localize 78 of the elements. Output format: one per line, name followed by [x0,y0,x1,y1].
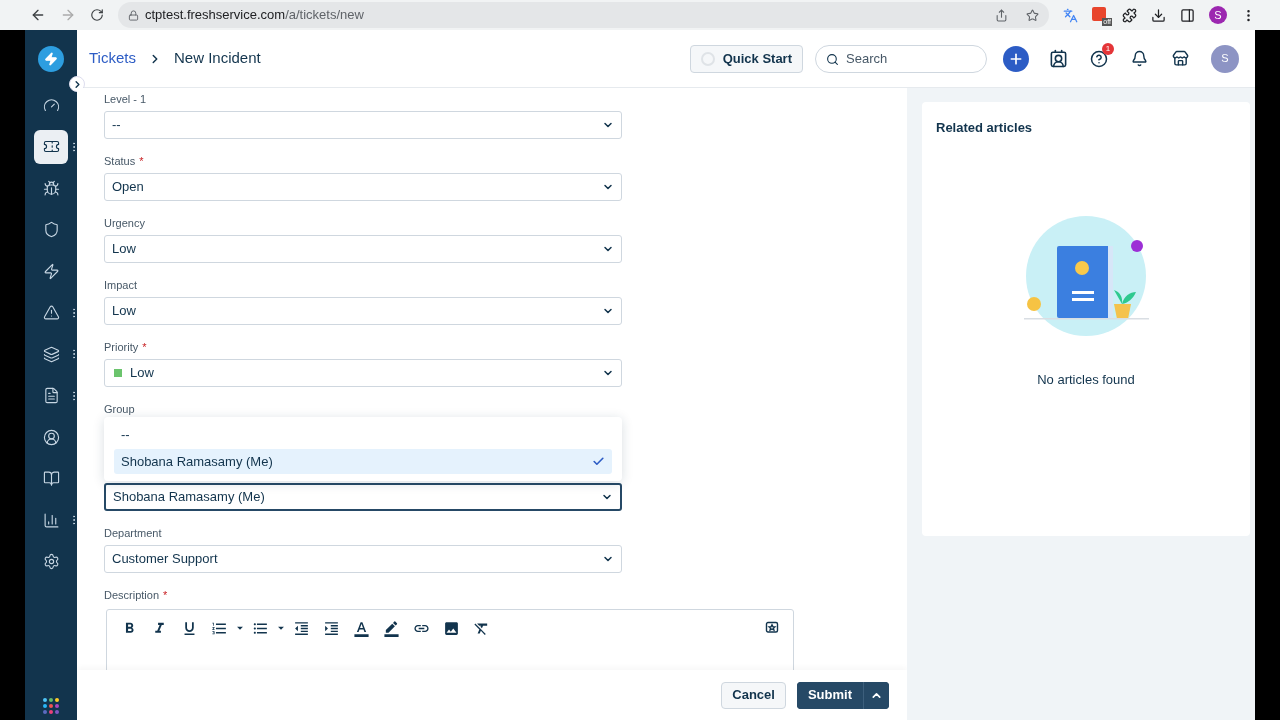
select-field[interactable]: Shobana Ramasamy (Me) [104,483,622,511]
select-value: -- [112,116,122,135]
indent-icon[interactable] [323,619,340,637]
field-label: Status [104,154,136,169]
select-field[interactable]: Customer Support [104,545,622,573]
select-value: Low [130,364,155,383]
dropdown-option[interactable]: Shobana Ramasamy (Me) [114,449,612,474]
select-value: Low [112,240,137,259]
profile-avatar[interactable]: S [1209,6,1227,24]
select-field[interactable]: Open [104,173,622,201]
image-icon[interactable] [443,619,460,637]
extension-icon[interactable] [1092,7,1106,21]
bell-icon[interactable] [1131,50,1148,67]
user-circle-icon [42,428,60,446]
star-square-icon[interactable] [765,621,779,635]
required-mark: * [139,153,144,169]
dropdown-option[interactable]: -- [114,422,612,447]
contact-card-icon[interactable] [1049,49,1068,68]
field-label: Description [104,587,160,603]
page-title: New Incident [173,48,261,69]
submit-options-button[interactable] [863,681,889,709]
field-label: Department [104,526,162,541]
card-title: Related articles [936,119,1033,137]
lightning-icon [44,52,58,66]
text-color-icon[interactable] [353,619,370,637]
star-icon[interactable] [1026,8,1039,22]
select-value: Customer Support [112,550,219,569]
field-label: Level - 1 [104,92,147,107]
address-bar[interactable]: ctptest.freshservice.com/a/tickets/new [118,2,1049,28]
apps-grid-icon[interactable] [43,698,59,714]
url-text: ctptest.freshservice.com/a/tickets/new [145,6,365,25]
field-label: Impact [104,278,137,293]
bug-icon [42,179,60,197]
store-icon[interactable] [1172,50,1189,67]
search-field[interactable]: Search [815,44,987,73]
highlighter-icon[interactable] [383,619,400,637]
select-value: Open [112,178,145,197]
select-value: Low [112,302,137,321]
field-label: Priority [104,340,139,355]
empty-state-text: No articles found [1037,370,1135,389]
field-label: Group [104,402,135,417]
check-icon [592,455,605,468]
translate-icon[interactable] [1063,7,1078,23]
shield-icon [42,221,60,238]
ticket-icon [42,138,60,155]
select-field[interactable]: Low [104,359,622,387]
document-icon [42,387,60,404]
new-button[interactable] [1003,45,1029,72]
back-icon[interactable] [30,7,46,23]
help-icon[interactable] [1090,49,1108,68]
cancel-button[interactable]: Cancel [721,681,786,709]
puzzle-icon[interactable] [1122,7,1137,23]
app-logo[interactable] [38,46,64,72]
gauge-icon [42,96,60,114]
book-icon [42,470,60,487]
required-mark: * [142,339,147,355]
quick-start-button[interactable]: Quick Start [689,44,803,73]
field-label: Urgency [104,216,145,231]
select-value: Shobana Ramasamy (Me) [113,488,266,507]
download-icon[interactable] [1151,7,1166,23]
warning-icon [42,304,60,321]
outdent-icon[interactable] [293,619,310,637]
notification-badge: 1 [1102,42,1114,55]
lock-icon [128,9,139,21]
share-icon[interactable] [995,8,1008,22]
settings-icon [42,553,60,570]
layers-icon [42,345,60,363]
breadcrumb-link[interactable]: Tickets [89,47,136,70]
select-field[interactable]: Low [104,235,622,263]
lightning-icon [42,262,60,280]
search-icon [826,52,839,66]
reload-icon[interactable] [90,8,104,22]
select-field[interactable]: Low [104,297,622,325]
side-panel-icon[interactable] [1180,7,1195,23]
chart-icon [42,511,60,529]
required-mark: * [163,587,168,603]
sidebar-item[interactable] [34,129,68,164]
select-field[interactable]: -- [104,111,622,139]
